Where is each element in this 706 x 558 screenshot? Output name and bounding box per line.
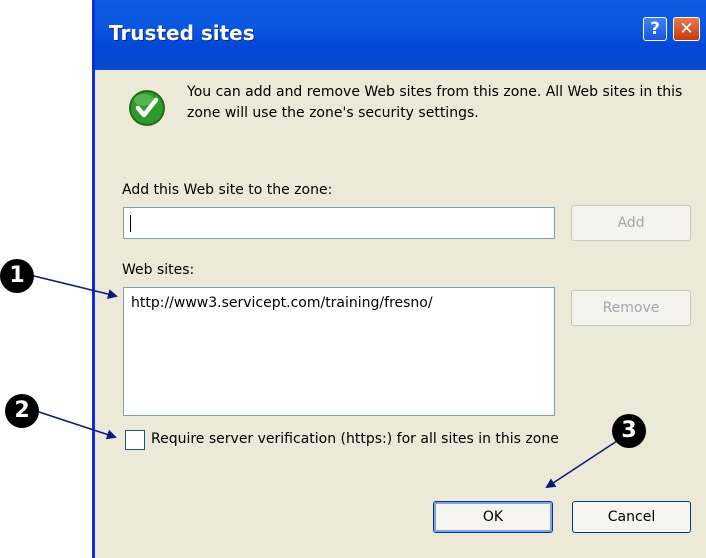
callout-3-arrow — [545, 440, 618, 489]
callout-arrows — [33, 275, 618, 489]
callout-1-arrow — [33, 275, 118, 299]
callout-2-arrow — [38, 411, 117, 440]
